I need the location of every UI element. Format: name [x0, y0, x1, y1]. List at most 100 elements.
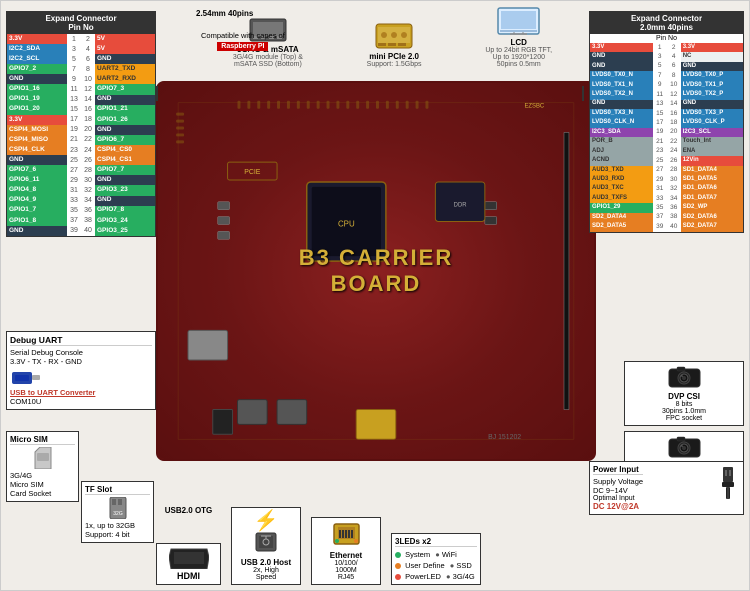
usb-host-icon: ⚡: [235, 511, 297, 531]
power-optimal-value: DC 12V@2A: [593, 502, 643, 511]
lcd-item: LCD Up to 24bit RGB TFT, Up to 1920*1200…: [485, 6, 552, 68]
left-pin-row: GPIO1_16 11 12 GPIO7_3: [7, 84, 155, 94]
power-optimal-label: Optimal Input: [593, 495, 643, 502]
pin-left-name: I2C3_SDА: [590, 128, 653, 137]
pin-right-name: SD1_DATA6: [681, 185, 743, 194]
pin-right-name: LVDS0_TX1_P: [681, 81, 743, 90]
left-connector-title: Expand Connector Pin No: [7, 12, 155, 34]
minipcie-title: mini PCIe 2.0: [367, 52, 422, 61]
led-userdefine-row: User Define ● SSD: [395, 561, 477, 570]
arrow-right-top: [582, 86, 584, 101]
pin-left-name: ACND: [590, 156, 653, 165]
pin-right-name: GPIO3_24: [95, 216, 155, 226]
raspberry-compat: Compatible with capes of Raspberry PI: [201, 31, 285, 51]
usb-otg-title: USB2.0 OTG: [156, 506, 221, 515]
lcd-desc2: Up to 1920*1200: [485, 54, 552, 61]
micro-sim-desc3: Card Socket: [10, 489, 75, 498]
pin-right-name: GND: [95, 196, 155, 206]
debug-uart-desc1: Serial Debug Console: [10, 348, 152, 357]
left-pin-table: 3.3V 1 2 5V I2C2_SDA 3 4 5V I2C2_SCL 5 6…: [7, 34, 155, 236]
pin-left-name: 3.3V: [7, 115, 67, 125]
ethernet-desc1: 10/100/: [315, 560, 377, 567]
debug-uart-link[interactable]: USB to UART Converter: [10, 388, 152, 397]
pin-right-name: GND: [95, 95, 155, 105]
pin-right-name: GPIO7_7: [95, 165, 155, 175]
pin-left-num: 17: [67, 115, 81, 125]
pin-left-num: 21: [67, 135, 81, 145]
left-pin-row: GPIO7_6 27 28 GPIO7_7: [7, 165, 155, 175]
pin-right-num: 36: [667, 203, 681, 212]
mipi-camera-icon: [667, 435, 702, 460]
pin-left-name: GPIO1_19: [7, 95, 67, 105]
left-pin-row: CSPI4_CLK 23 24 CSPI4_CS0: [7, 145, 155, 155]
left-pin-row: GPIO4_9 33 34 GND: [7, 196, 155, 206]
right-pin-row: ADJ 23 24 ENA: [590, 147, 743, 156]
pin-right-num: 22: [81, 135, 95, 145]
micro-sim-desc2: Micro SIM: [10, 480, 75, 489]
right-pin-row: SD2_DATA5 39 40 SD2_DATA7: [590, 222, 743, 231]
pin-left-name: 3.3V: [590, 43, 653, 52]
main-container: Expand Connector Pin No 3.3V 1 2 5V I2C2…: [0, 0, 750, 591]
pin-left-name: SD2_DATA5: [590, 222, 653, 231]
pin-right-num: 28: [81, 165, 95, 175]
sd-card-icon: 32G: [108, 497, 128, 519]
pin-right-name: 5V: [95, 44, 155, 54]
pin-right-num: 6: [667, 62, 681, 71]
left-pin-row: 3.3V 1 2 5V: [7, 34, 155, 44]
right-pin-row: AUD3_TXC 31 32 SD1_DATA6: [590, 185, 743, 194]
pin-left-num: 27: [67, 165, 81, 175]
left-connector-box: Expand Connector Pin No 3.3V 1 2 5V I2C2…: [6, 11, 156, 237]
arrow-left-top: [156, 86, 158, 101]
left-connector-panel: Expand Connector Pin No 3.3V 1 2 5V I2C2…: [6, 11, 156, 237]
right-connector-title-line1: Expand Connector: [631, 14, 702, 23]
pin-right-name: SD1_DATA4: [681, 166, 743, 175]
pin-right-name: GND: [95, 175, 155, 185]
pin-left-name: AUD3_TXD: [590, 166, 653, 175]
pin-left-name: GPIO1_16: [7, 84, 67, 94]
pin-right-name: UART2_TXD: [95, 64, 155, 74]
pin-left-name: CSPI4_MOSI: [7, 125, 67, 135]
power-box: Power Input Supply Voltage DC 9~14V Opti…: [589, 461, 744, 515]
left-pin-row: GPIO1_19 13 14 GND: [7, 95, 155, 105]
pin-right-name: GND: [95, 125, 155, 135]
pin-left-name: LVDS0_CLK_N: [590, 119, 653, 128]
debug-uart-box: Debug UART Serial Debug Console 3.3V - T…: [6, 331, 156, 410]
right-pin-row: GND 13 14 GND: [590, 100, 743, 109]
pin-left-num: 21: [653, 137, 667, 146]
pin-left-num: 31: [67, 185, 81, 195]
pin-left-name: AUD3_TXC: [590, 185, 653, 194]
pin-right-num: 28: [667, 166, 681, 175]
pin-left-name: GND: [7, 155, 67, 165]
pin-left-name: GPIO6_11: [7, 175, 67, 185]
right-pin-row: GND 5 6 GND: [590, 62, 743, 71]
pin-left-num: 13: [653, 100, 667, 109]
pin-left-num: 3: [653, 52, 667, 61]
pin-right-num: 10: [81, 74, 95, 84]
left-pin-row: CSPI4_MOSI 19 20 GND: [7, 125, 155, 135]
power-title: Power Input: [593, 465, 643, 475]
lcd-desc3: 50pins 0.5mm: [485, 61, 552, 68]
pin-right-num: 30: [667, 175, 681, 184]
pin-right-num: 22: [667, 137, 681, 146]
pin-left-name: GPIO1_29: [590, 203, 653, 212]
board-label: B3 CARRIER BOARD: [267, 245, 485, 297]
board-inner: CPU DDR PCIE: [158, 83, 594, 459]
pin-right-num: 34: [667, 194, 681, 203]
right-pin-row: ACND 25 26 12Vin: [590, 156, 743, 165]
pin-right-num: 26: [667, 156, 681, 165]
board-title: B3 CARRIER BOARD: [267, 245, 485, 297]
usb-host-desc1: 2x, High: [235, 567, 297, 574]
pin-left-name: I2C2_SCL: [7, 54, 67, 64]
pin-right-name: SD2_WP: [681, 203, 743, 212]
pin-right-num: 32: [667, 185, 681, 194]
pin-left-name: GPIO1_7: [7, 206, 67, 216]
right-pin-row: LVDS0_TX0_N 7 8 LVDS0_TX0_P: [590, 71, 743, 80]
dvp-camera-icon: [667, 365, 702, 390]
pin-left-num: 29: [67, 175, 81, 185]
pin-right-num: 2: [81, 34, 95, 44]
pin-left-num: 33: [653, 194, 667, 203]
hdmi-title: HDMI: [160, 571, 217, 581]
pin-left-num: 1: [653, 43, 667, 52]
pin-left-num: 9: [67, 74, 81, 84]
pin-left-name: ADJ: [590, 147, 653, 156]
